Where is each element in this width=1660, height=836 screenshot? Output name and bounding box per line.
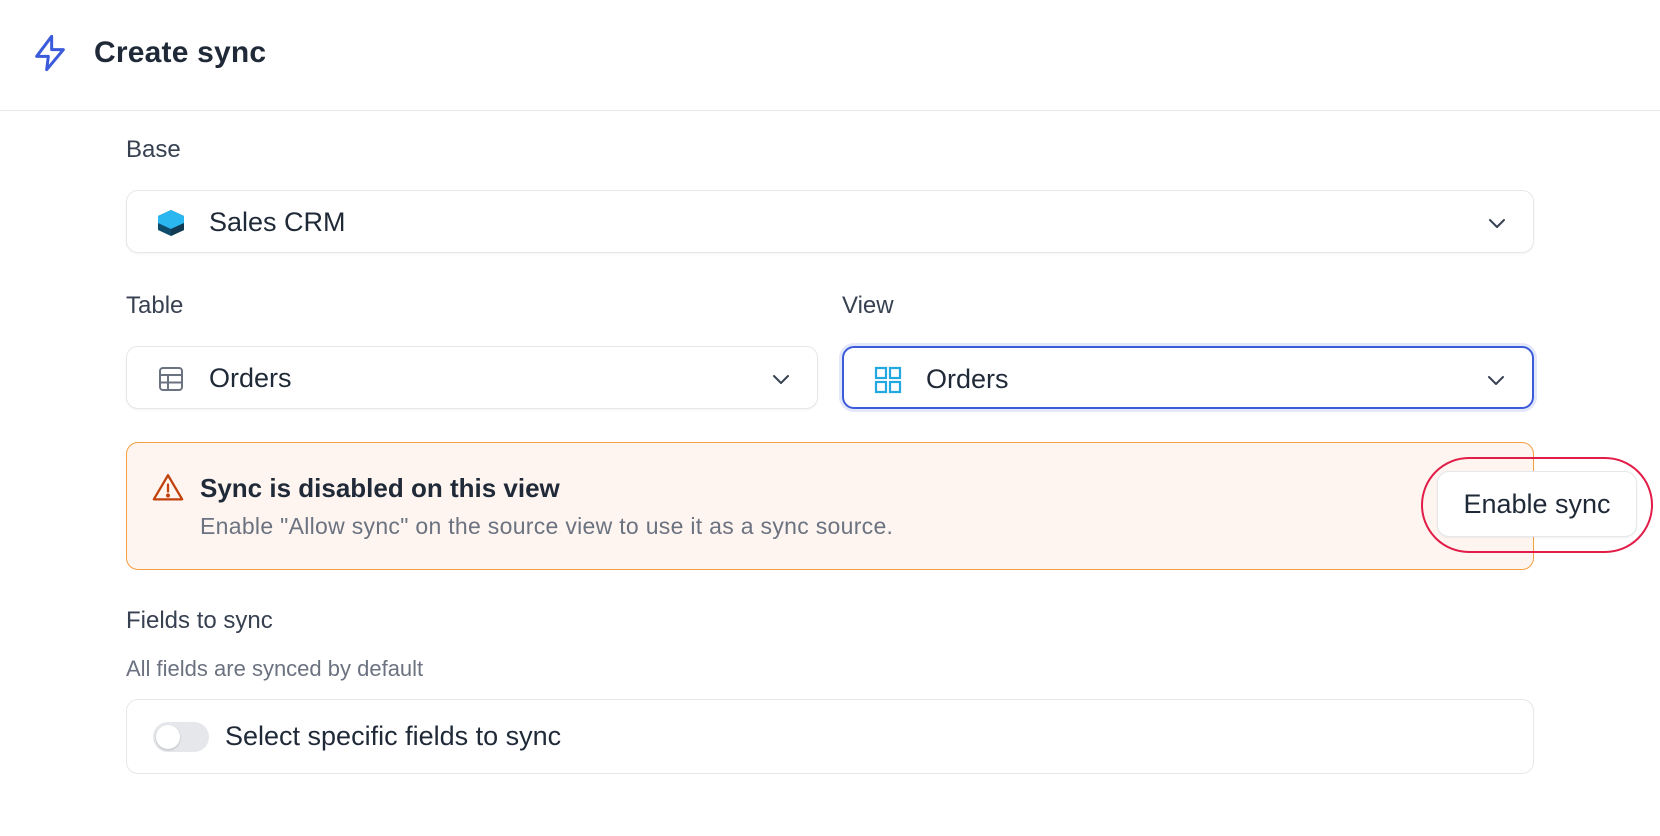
select-fields-toggle[interactable] bbox=[153, 722, 209, 752]
fields-hint: All fields are synced by default bbox=[126, 656, 424, 681]
chevron-down-icon bbox=[773, 375, 789, 384]
grid-table-icon bbox=[159, 367, 183, 391]
gallery-view-icon bbox=[874, 366, 902, 394]
chevron-down-icon bbox=[1488, 376, 1504, 385]
base-label: Base bbox=[126, 136, 181, 163]
view-select-value: Orders bbox=[926, 364, 1009, 394]
view-label: View bbox=[842, 292, 894, 319]
bolt-icon bbox=[35, 34, 65, 72]
alert-title: Sync is disabled on this view bbox=[200, 473, 560, 503]
enable-sync-button[interactable]: Enable sync bbox=[1437, 471, 1637, 537]
dialog-header: Create sync bbox=[0, 0, 1660, 111]
table-select-value: Orders bbox=[209, 363, 292, 393]
select-fields-toggle-label: Select specific fields to sync bbox=[225, 721, 562, 751]
select-fields-row: Select specific fields to sync bbox=[126, 699, 1534, 774]
base-select[interactable]: Sales CRM bbox=[126, 190, 1534, 253]
table-label: Table bbox=[126, 292, 184, 319]
base-cube-icon bbox=[158, 210, 184, 236]
base-select-value: Sales CRM bbox=[209, 207, 346, 237]
toggle-knob bbox=[156, 725, 180, 749]
sync-disabled-alert: Sync is disabled on this view Enable "Al… bbox=[126, 442, 1653, 570]
chevron-down-icon bbox=[1489, 219, 1505, 228]
dialog-title: Create sync bbox=[94, 36, 267, 69]
alert-description: Enable "Allow sync" on the source view t… bbox=[200, 513, 894, 539]
warning-triangle-icon bbox=[152, 474, 184, 501]
view-select[interactable]: Orders bbox=[842, 346, 1534, 409]
fields-label: Fields to sync bbox=[126, 607, 273, 634]
table-select[interactable]: Orders bbox=[126, 346, 818, 409]
enable-sync-highlight: Enable sync bbox=[1421, 457, 1653, 553]
